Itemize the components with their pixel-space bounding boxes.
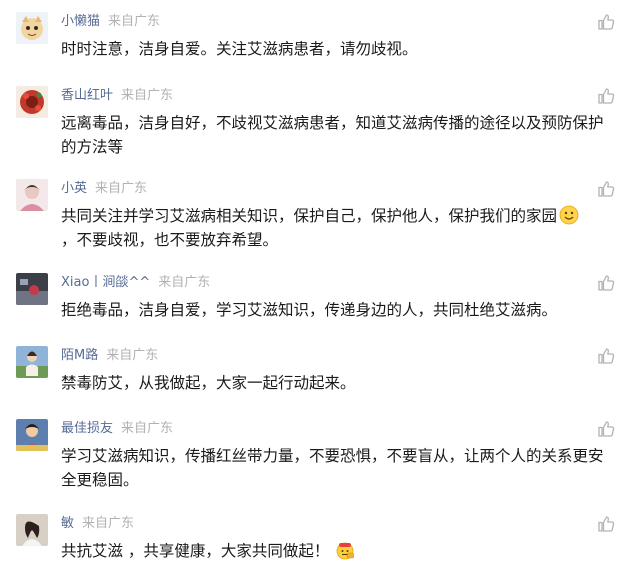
- child-photo-avatar[interactable]: [16, 419, 48, 451]
- region-label: 来自广东: [158, 275, 211, 290]
- nickname[interactable]: 香山红叶: [61, 88, 113, 103]
- region-label: 来自广东: [121, 88, 174, 103]
- like-icon[interactable]: [597, 515, 615, 533]
- comment-text: 禁毒防艾，从我做起，大家一起行动起来。: [61, 374, 356, 392]
- dark-photo-avatar[interactable]: [16, 273, 48, 305]
- nickname[interactable]: 小英: [61, 181, 87, 196]
- comment-text: 拒绝毒品，洁身自爱，学习艾滋知识，传递身边的人，共同杜绝艾滋病。: [61, 301, 558, 319]
- comment-meta: 陌M路 来自广东: [61, 347, 158, 365]
- portrait-avatar[interactable]: [16, 179, 48, 211]
- comment-text: 学习艾滋病知识，传播红丝带力量，不要恐惧，不要盲从，让两个人的关系更安全更稳固。: [61, 447, 604, 489]
- comment-text-part: ，不要歧视，也不要放弃希望。: [61, 231, 279, 249]
- like-icon[interactable]: [597, 87, 615, 105]
- like-icon[interactable]: [597, 420, 615, 438]
- like-icon[interactable]: [597, 13, 615, 31]
- comment-text: 时时注意，洁身自爱。关注艾滋病患者，请勿歧视。: [61, 40, 418, 58]
- woman-photo-avatar[interactable]: [16, 514, 48, 546]
- comment-list: 小懒猫 来自广东 时时注意，洁身自爱。关注艾滋病患者，请勿歧视。 香山红叶 来自广东…: [0, 0, 636, 579]
- comment-meta: 敏来自广东: [61, 515, 134, 533]
- comment-text: 共同关注并学习艾滋病相关知识，保护自己，保护他人，保护我们的家园 ，不要歧视，也不…: [61, 204, 617, 252]
- comment-meta: 小英 来自广东: [61, 180, 147, 198]
- comment-meta: 香山红叶 来自广东: [61, 87, 173, 105]
- like-icon[interactable]: [597, 180, 615, 198]
- nickname[interactable]: 敏: [61, 516, 74, 531]
- comment-meta: Xiao丨涧燄^^ 来自广东: [61, 274, 210, 292]
- comment-text: 远离毒品，洁身自好，不歧视艾滋病患者，知道艾滋病传播的途径以及预防保护的方法等: [61, 114, 604, 156]
- comment-text-part: 共抗艾滋 ，共享健康，大家共同做起！: [61, 542, 330, 560]
- outdoor-person-avatar[interactable]: [16, 346, 48, 378]
- region-label: 来自广东: [108, 14, 161, 29]
- region-label: 来自广东: [121, 421, 174, 436]
- smile-emoji: [559, 205, 579, 225]
- nickname[interactable]: Xiao丨涧燄^^: [61, 275, 150, 290]
- comment-text-part: 共同关注并学习艾滋病相关知识，保护自己，保护他人，保护我们的家园: [61, 207, 558, 225]
- cartoon-cat-avatar[interactable]: [16, 12, 48, 44]
- nickname[interactable]: 陌M路: [61, 348, 98, 363]
- region-label: 来自广东: [106, 348, 159, 363]
- fist-emoji: [335, 540, 355, 560]
- red-flower-avatar[interactable]: [16, 86, 48, 118]
- nickname[interactable]: 小懒猫: [61, 14, 100, 29]
- comment-meta: 最佳损友 来自广东: [61, 420, 173, 438]
- region-label: 来自广东: [82, 516, 135, 531]
- nickname[interactable]: 最佳损友: [61, 421, 113, 436]
- like-icon[interactable]: [597, 347, 615, 365]
- region-label: 来自广东: [95, 181, 148, 196]
- comment-meta: 小懒猫 来自广东: [61, 13, 160, 31]
- comment-text: 共抗艾滋 ，共享健康，大家共同做起！: [61, 539, 617, 563]
- like-icon[interactable]: [597, 274, 615, 292]
